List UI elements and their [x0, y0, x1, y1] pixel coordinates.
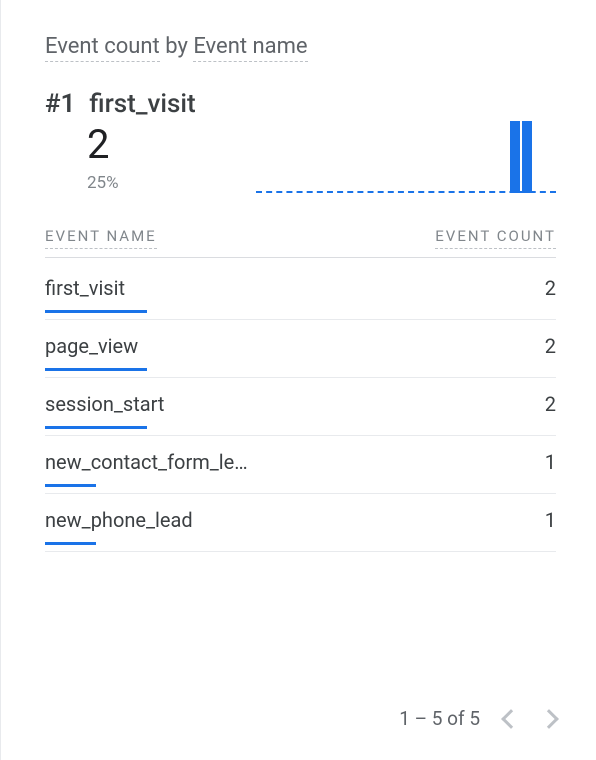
card-title: Event count by Event name — [45, 34, 556, 59]
hero-value: 2 — [87, 125, 256, 165]
pager-range: 1 – 5 of 5 — [399, 707, 480, 730]
table-row[interactable]: first_visit 2 — [45, 262, 556, 320]
hero-section: #1 first_visit 2 25% — [45, 89, 556, 193]
chevron-right-icon[interactable] — [539, 709, 559, 729]
table-row[interactable]: page_view 2 — [45, 320, 556, 378]
sparkline-chart — [256, 113, 556, 193]
row-bar — [45, 484, 96, 487]
hero-left: #1 first_visit 2 25% — [45, 89, 256, 193]
row-event-count: 2 — [545, 392, 556, 416]
row-bar — [45, 542, 96, 545]
row-event-name: new_contact_form_le… — [45, 450, 248, 474]
hero-rank: #1 — [45, 89, 75, 119]
row-event-name: session_start — [45, 392, 164, 416]
row-bar — [45, 426, 147, 429]
row-event-name: page_view — [45, 334, 138, 358]
pager: 1 – 5 of 5 — [399, 707, 556, 730]
table-row[interactable]: session_start 2 — [45, 378, 556, 436]
col-header-event-name[interactable]: EVENT NAME — [45, 227, 157, 249]
metric-name[interactable]: Event count — [45, 34, 160, 62]
dimension-name[interactable]: Event name — [193, 34, 307, 62]
chevron-left-icon[interactable] — [501, 709, 521, 729]
event-count-card: Event count by Event name #1 first_visit… — [0, 0, 596, 760]
row-event-name: first_visit — [45, 276, 125, 300]
row-bar — [45, 368, 147, 371]
table-row[interactable]: new_phone_lead 1 — [45, 494, 556, 552]
table-header: EVENT NAME EVENT COUNT — [45, 227, 556, 258]
row-event-name: new_phone_lead — [45, 508, 193, 532]
row-event-count: 2 — [545, 334, 556, 358]
title-by: by — [160, 34, 194, 59]
row-event-count: 2 — [545, 276, 556, 300]
hero-event-name: first_visit — [89, 89, 195, 119]
hero-rank-row: #1 first_visit — [45, 89, 256, 119]
row-event-count: 1 — [545, 450, 556, 474]
table-body: first_visit 2 page_view 2 session_start 2 new_… — [45, 262, 556, 552]
table-row[interactable]: new_contact_form_le… 1 — [45, 436, 556, 494]
col-header-event-count[interactable]: EVENT COUNT — [435, 227, 556, 249]
sparkline-bar — [522, 121, 532, 193]
hero-percent: 25% — [87, 173, 256, 193]
sparkline-bar — [510, 121, 520, 193]
row-bar — [45, 310, 147, 313]
row-event-count: 1 — [545, 508, 556, 532]
